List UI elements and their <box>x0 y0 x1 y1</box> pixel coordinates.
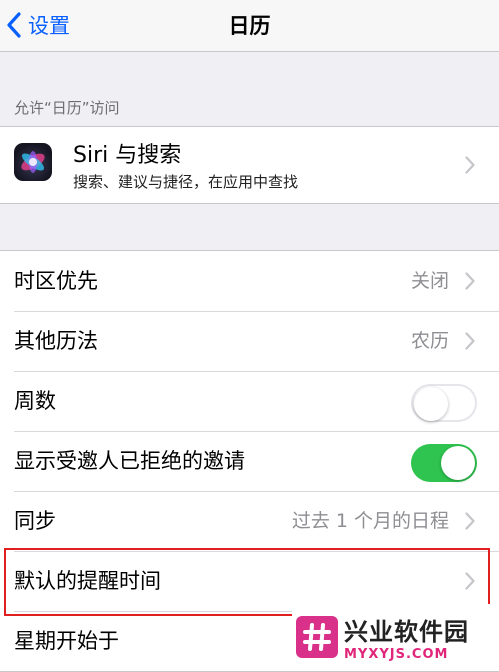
watermark: 兴业软件园 MYXYJS.COM <box>292 604 499 670</box>
row-value: 农历 <box>410 330 449 352</box>
row-label: 显示受邀人已拒绝的邀请 <box>14 449 245 473</box>
row-label: 星期开始于 <box>14 629 119 653</box>
toggle-knob <box>414 387 448 421</box>
watermark-logo-icon <box>296 616 338 658</box>
watermark-text: 兴业软件园 MYXYJS.COM <box>344 612 469 662</box>
row-value: 过去 1 个月的日程 <box>291 510 449 532</box>
chevron-right-icon <box>465 156 475 174</box>
row-label: 时区优先 <box>14 269 98 293</box>
row-alternate-calendars[interactable]: 其他历法 农历 <box>0 311 499 371</box>
siri-search-row[interactable]: Siri 与搜索 搜索、建议与捷径，在应用中查找 <box>0 127 499 203</box>
row-value: 关闭 <box>410 270 449 292</box>
watermark-name: 兴业软件园 <box>344 618 469 646</box>
row-label: 默认的提醒时间 <box>14 569 161 593</box>
chevron-right-icon <box>465 272 475 290</box>
toggle-knob <box>441 446 475 480</box>
section-header-access: 允许“日历”访问 <box>14 99 120 117</box>
row-default-alert-times[interactable]: 默认的提醒时间 <box>0 551 499 611</box>
chevron-right-icon <box>465 332 475 350</box>
row-label: 周数 <box>14 389 56 413</box>
row-label: 同步 <box>14 509 56 533</box>
siri-group: Siri 与搜索 搜索、建议与捷径，在应用中查找 <box>0 126 499 204</box>
siri-subtitle: 搜索、建议与捷径，在应用中查找 <box>73 173 299 191</box>
declined-invitees-toggle[interactable] <box>411 444 477 482</box>
watermark-url: MYXYJS.COM <box>344 647 449 662</box>
page-title: 日历 <box>228 14 271 38</box>
navigation-bar: 设置 日历 <box>0 0 499 52</box>
siri-title: Siri 与搜索 <box>73 143 182 168</box>
siri-icon <box>14 143 52 181</box>
chevron-right-icon <box>465 572 475 590</box>
week-numbers-toggle[interactable] <box>411 384 477 422</box>
row-label: 其他历法 <box>14 329 98 353</box>
row-time-zone-override[interactable]: 时区优先 关闭 <box>0 251 499 311</box>
row-week-numbers: 周数 <box>0 371 499 431</box>
row-sync[interactable]: 同步 过去 1 个月的日程 <box>0 491 499 551</box>
row-show-declined-invitees: 显示受邀人已拒绝的邀请 <box>0 431 499 491</box>
chevron-right-icon <box>465 512 475 530</box>
